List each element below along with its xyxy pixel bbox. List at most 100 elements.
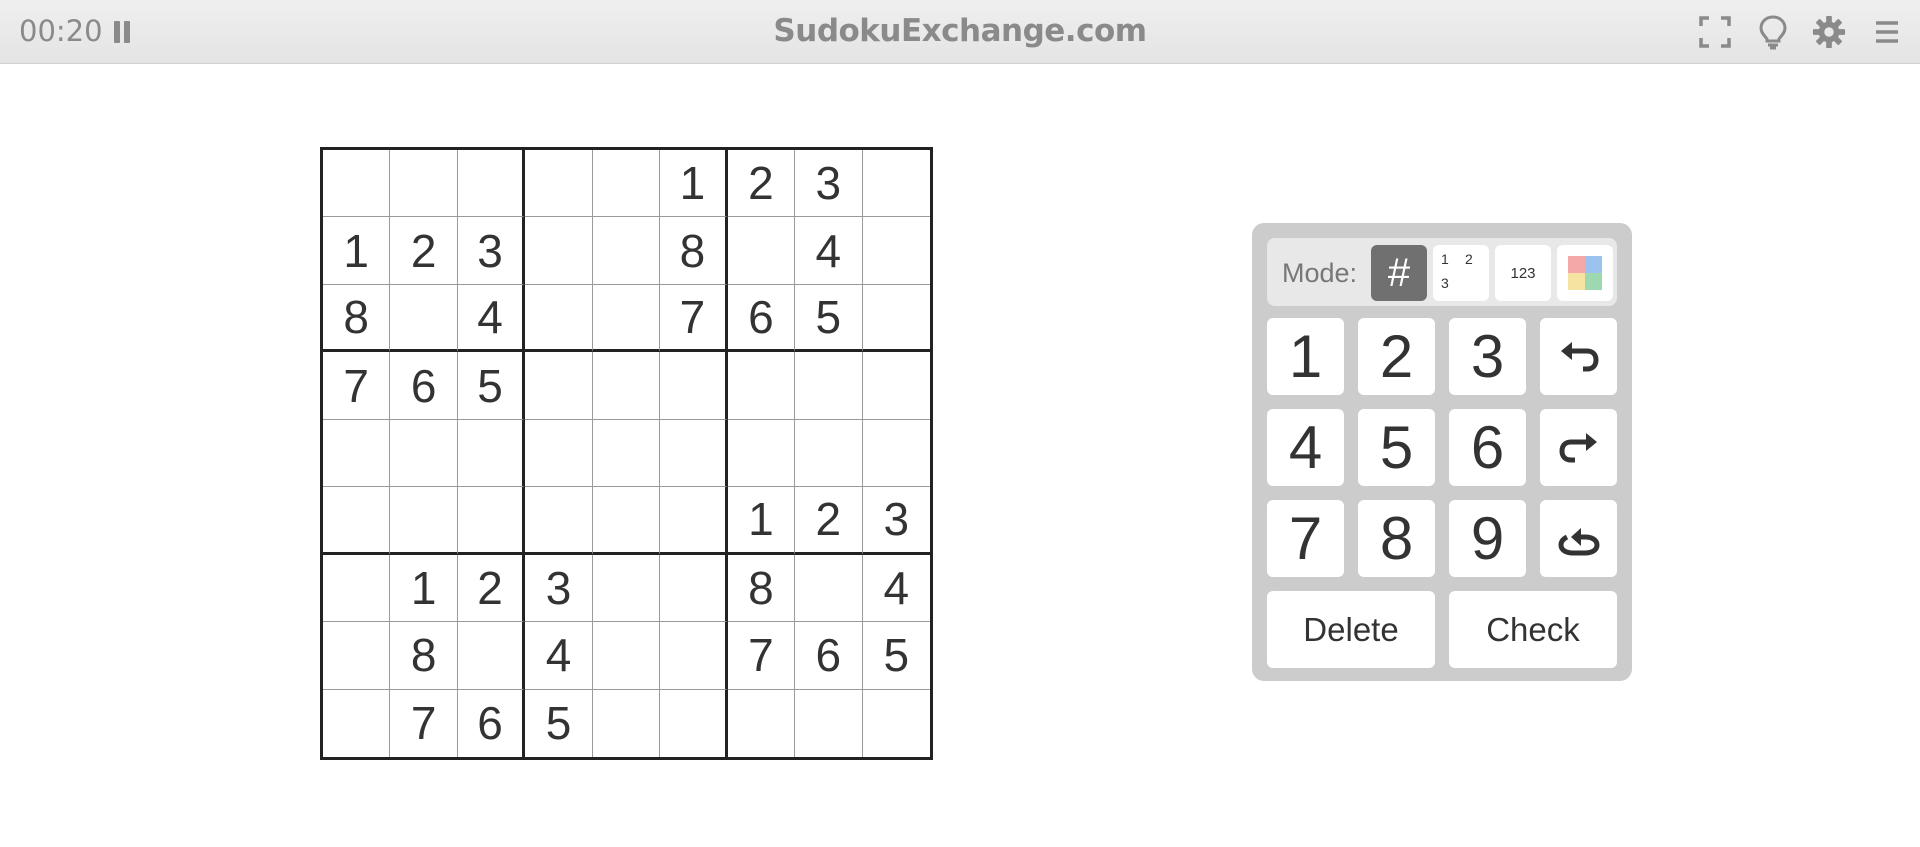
grid-cell-r9c3[interactable]: 6	[458, 689, 526, 757]
grid-cell-r9c9[interactable]	[863, 690, 930, 757]
grid-cell-r7c9[interactable]: 4	[862, 555, 930, 623]
undo-button[interactable]	[1540, 318, 1617, 395]
grid-cell-r6c7[interactable]: 1	[727, 487, 796, 555]
grid-cell-r4c7[interactable]	[727, 352, 796, 420]
key-4[interactable]: 4	[1267, 409, 1344, 486]
grid-cell-r5c9[interactable]	[862, 420, 930, 488]
grid-cell-r3c3[interactable]: 4	[457, 284, 526, 353]
grid-cell-r2c9[interactable]	[862, 217, 930, 285]
grid-cell-r9c8[interactable]	[795, 689, 863, 757]
grid-cell-r1c7[interactable]: 2	[727, 150, 796, 218]
grid-cell-r6c4[interactable]	[525, 487, 593, 555]
grid-cell-r5c2[interactable]	[390, 419, 458, 488]
grid-cell-r1c9[interactable]	[862, 150, 930, 218]
grid-cell-r6c1[interactable]	[323, 487, 391, 555]
grid-cell-r4c5[interactable]	[592, 352, 661, 420]
grid-cell-r3c6[interactable]: 7	[660, 284, 728, 353]
grid-cell-r6c2[interactable]	[390, 487, 458, 555]
grid-cell-r8c4[interactable]: 4	[525, 622, 593, 690]
fullscreen-icon[interactable]	[1698, 14, 1732, 50]
grid-cell-r3c9[interactable]	[862, 285, 930, 353]
delete-button[interactable]: Delete	[1267, 591, 1435, 668]
grid-cell-r7c4[interactable]: 3	[525, 554, 593, 623]
grid-cell-r4c9[interactable]	[862, 352, 930, 420]
grid-cell-r7c5[interactable]	[592, 554, 661, 623]
grid-cell-r3c4[interactable]	[525, 284, 593, 353]
grid-cell-r9c5[interactable]	[593, 689, 661, 757]
grid-cell-r2c3[interactable]: 3	[457, 217, 526, 285]
grid-cell-r1c1[interactable]	[323, 150, 391, 218]
grid-cell-r7c6[interactable]	[660, 554, 728, 623]
grid-cell-r5c5[interactable]	[592, 419, 661, 488]
redo-button[interactable]	[1540, 409, 1617, 486]
grid-cell-r5c6[interactable]	[660, 419, 728, 488]
grid-cell-r5c1[interactable]	[323, 419, 391, 488]
grid-cell-r8c8[interactable]: 6	[795, 622, 863, 690]
grid-cell-r7c1[interactable]	[323, 554, 391, 623]
key-9[interactable]: 9	[1449, 500, 1526, 577]
grid-cell-r3c7[interactable]: 6	[727, 284, 796, 353]
grid-cell-r1c2[interactable]	[390, 150, 458, 218]
grid-cell-r4c3[interactable]: 5	[457, 352, 526, 420]
key-1[interactable]: 1	[1267, 318, 1344, 395]
mode-center-button[interactable]: 123	[1495, 245, 1551, 301]
grid-cell-r2c8[interactable]: 4	[795, 217, 863, 285]
grid-cell-r8c9[interactable]: 5	[862, 622, 930, 690]
grid-cell-r2c2[interactable]: 2	[390, 217, 458, 285]
grid-cell-r3c2[interactable]	[390, 284, 458, 353]
hamburger-menu-icon[interactable]	[1870, 14, 1904, 50]
grid-cell-r6c9[interactable]: 3	[862, 487, 930, 555]
key-2[interactable]: 2	[1358, 318, 1435, 395]
grid-cell-r6c3[interactable]	[457, 487, 526, 555]
key-8[interactable]: 8	[1358, 500, 1435, 577]
restart-button[interactable]	[1540, 500, 1617, 577]
grid-cell-r1c4[interactable]	[525, 150, 593, 218]
grid-cell-r7c8[interactable]	[795, 554, 863, 623]
grid-cell-r4c6[interactable]	[660, 352, 728, 420]
grid-cell-r8c5[interactable]	[592, 622, 661, 690]
grid-cell-r7c2[interactable]: 1	[390, 554, 458, 623]
grid-cell-r8c2[interactable]: 8	[390, 622, 458, 690]
grid-cell-r7c3[interactable]: 2	[457, 554, 526, 623]
grid-cell-r1c8[interactable]: 3	[795, 150, 863, 218]
grid-cell-r2c4[interactable]	[525, 217, 593, 285]
grid-cell-r2c7[interactable]	[727, 217, 796, 285]
grid-cell-r8c6[interactable]	[660, 622, 728, 690]
grid-cell-r3c5[interactable]	[592, 284, 661, 353]
grid-cell-r6c6[interactable]	[660, 487, 728, 555]
grid-cell-r5c4[interactable]	[525, 419, 593, 488]
gear-icon[interactable]	[1812, 14, 1846, 50]
grid-cell-r3c1[interactable]: 8	[323, 284, 391, 353]
grid-cell-r5c7[interactable]	[727, 419, 796, 488]
lightbulb-icon[interactable]	[1756, 14, 1790, 50]
grid-cell-r5c8[interactable]	[795, 419, 863, 488]
key-5[interactable]: 5	[1358, 409, 1435, 486]
grid-cell-r9c2[interactable]: 7	[390, 689, 458, 757]
grid-cell-r1c6[interactable]: 1	[660, 150, 728, 218]
mode-color-button[interactable]	[1557, 245, 1613, 301]
grid-cell-r4c2[interactable]: 6	[390, 352, 458, 420]
grid-cell-r4c8[interactable]	[795, 352, 863, 420]
grid-cell-r9c6[interactable]	[660, 689, 728, 757]
check-button[interactable]: Check	[1449, 591, 1617, 668]
grid-cell-r1c3[interactable]	[457, 150, 526, 218]
key-6[interactable]: 6	[1449, 409, 1526, 486]
grid-cell-r9c4[interactable]: 5	[525, 689, 593, 757]
grid-cell-r4c1[interactable]: 7	[323, 352, 391, 420]
grid-cell-r2c5[interactable]	[592, 217, 661, 285]
key-7[interactable]: 7	[1267, 500, 1344, 577]
mode-pencil-button[interactable]: 1 2 3	[1433, 245, 1489, 301]
grid-cell-r8c3[interactable]	[457, 622, 526, 690]
grid-cell-r9c1[interactable]	[323, 689, 391, 757]
grid-cell-r2c1[interactable]: 1	[323, 217, 391, 285]
grid-cell-r2c6[interactable]: 8	[660, 217, 728, 285]
grid-cell-r9c7[interactable]	[728, 689, 796, 757]
grid-cell-r1c5[interactable]	[592, 150, 661, 218]
mode-normal-button[interactable]: #	[1371, 245, 1427, 301]
grid-cell-r7c7[interactable]: 8	[727, 554, 796, 623]
grid-cell-r4c4[interactable]	[525, 352, 593, 420]
grid-cell-r5c3[interactable]	[457, 419, 526, 488]
grid-cell-r6c5[interactable]	[592, 487, 661, 555]
grid-cell-r8c7[interactable]: 7	[727, 622, 796, 690]
grid-cell-r3c8[interactable]: 5	[795, 284, 863, 353]
